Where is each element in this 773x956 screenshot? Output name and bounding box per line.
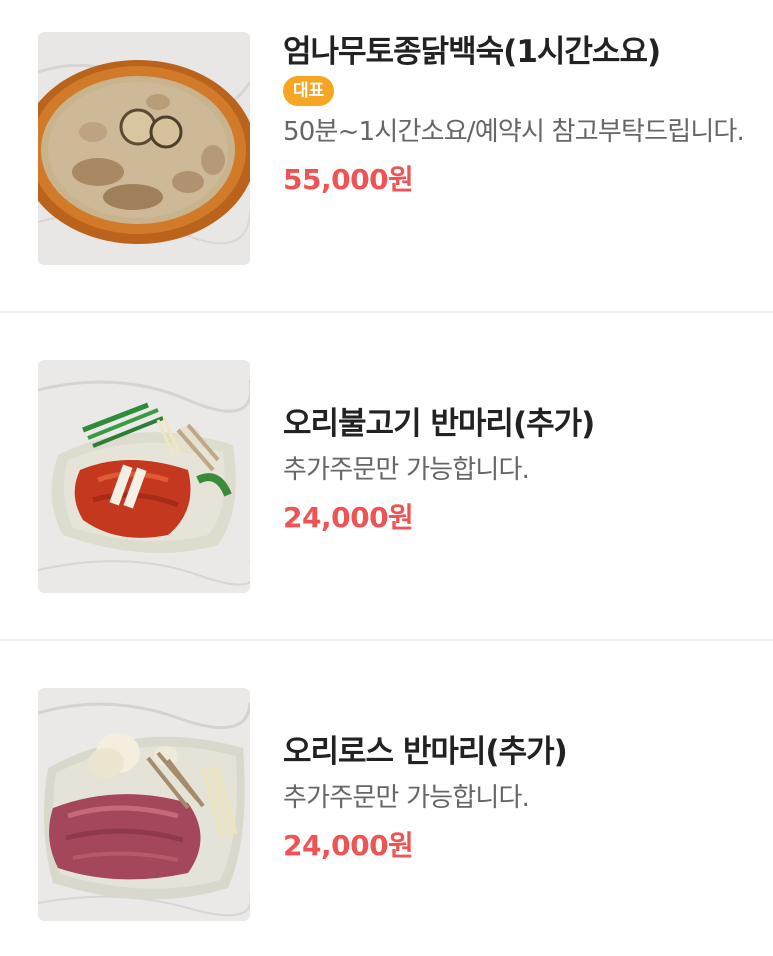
menu-item[interactable]: 오리로스 반마리(추가) 추가주문만 가능합니다. 24,000원 bbox=[0, 641, 773, 956]
menu-item-price: 55,000원 bbox=[283, 163, 414, 196]
menu-item-name: 오리불고기 반마리(추가) bbox=[283, 406, 595, 442]
menu-item-info: 엄나무토종닭백숙(1시간소요) 대표 50분~1시간소요/예약시 참고부탁드립니… bbox=[283, 32, 749, 200]
representative-badge: 대표 bbox=[283, 76, 335, 106]
chicken-soup-photo bbox=[38, 32, 250, 265]
menu-item-name: 오리로스 반마리(추가) bbox=[283, 734, 568, 770]
menu-item-price: 24,000원 bbox=[283, 829, 414, 862]
menu-item-price: 24,000원 bbox=[283, 501, 414, 534]
menu-item-description: 추가주문만 가능합니다. bbox=[283, 455, 530, 485]
menu-item-description: 50분~1시간소요/예약시 참고부탁드립니다. bbox=[283, 117, 745, 147]
duck-bulgogi-photo bbox=[38, 360, 250, 593]
menu-item[interactable]: 엄나무토종닭백숙(1시간소요) 대표 50분~1시간소요/예약시 참고부탁드립니… bbox=[0, 0, 773, 312]
menu-item-info: 오리로스 반마리(추가) 추가주문만 가능합니다. 24,000원 bbox=[283, 732, 749, 866]
menu-item-name: 엄나무토종닭백숙(1시간소요) bbox=[283, 34, 661, 70]
menu-list: 엄나무토종닭백숙(1시간소요) 대표 50분~1시간소요/예약시 참고부탁드립니… bbox=[0, 0, 773, 956]
menu-item-info: 오리불고기 반마리(추가) 추가주문만 가능합니다. 24,000원 bbox=[283, 404, 749, 538]
duck-roast-photo bbox=[38, 688, 250, 921]
menu-item-description: 추가주문만 가능합니다. bbox=[283, 783, 530, 813]
menu-item[interactable]: 오리불고기 반마리(추가) 추가주문만 가능합니다. 24,000원 bbox=[0, 313, 773, 640]
